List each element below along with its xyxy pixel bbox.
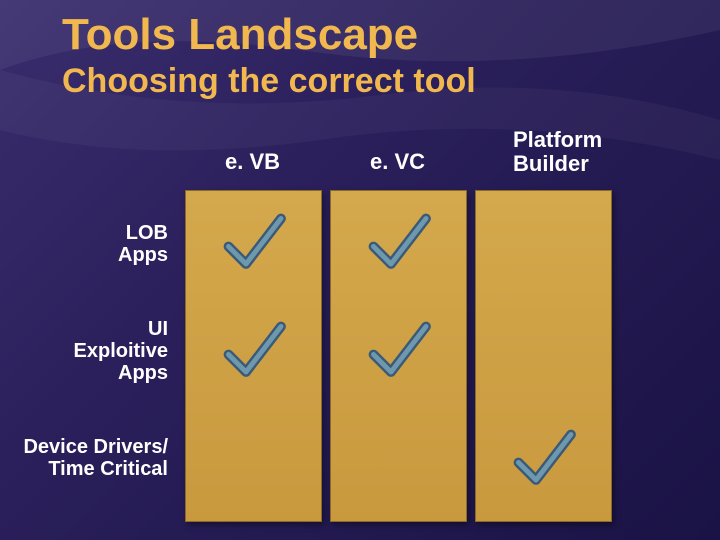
check-icon xyxy=(363,208,433,278)
slide-subtitle: Choosing the correct tool xyxy=(62,62,476,101)
check-icon xyxy=(363,316,433,386)
col-header-platform-builder: Platform Builder xyxy=(513,128,602,176)
row-label-ui-exploitive: UI Exploitive Apps xyxy=(58,318,168,384)
slide: Tools Landscape Choosing the correct too… xyxy=(0,0,720,540)
check-icon xyxy=(218,208,288,278)
check-icon xyxy=(508,424,578,494)
col-header-evc: e. VC xyxy=(370,150,425,174)
col-header-evb: e. VB xyxy=(225,150,280,174)
slide-title: Tools Landscape xyxy=(62,10,418,60)
row-label-device-drivers: Device Drivers/ Time Critical xyxy=(0,436,168,480)
row-label-lob-apps: LOB Apps xyxy=(58,222,168,266)
check-icon xyxy=(218,316,288,386)
